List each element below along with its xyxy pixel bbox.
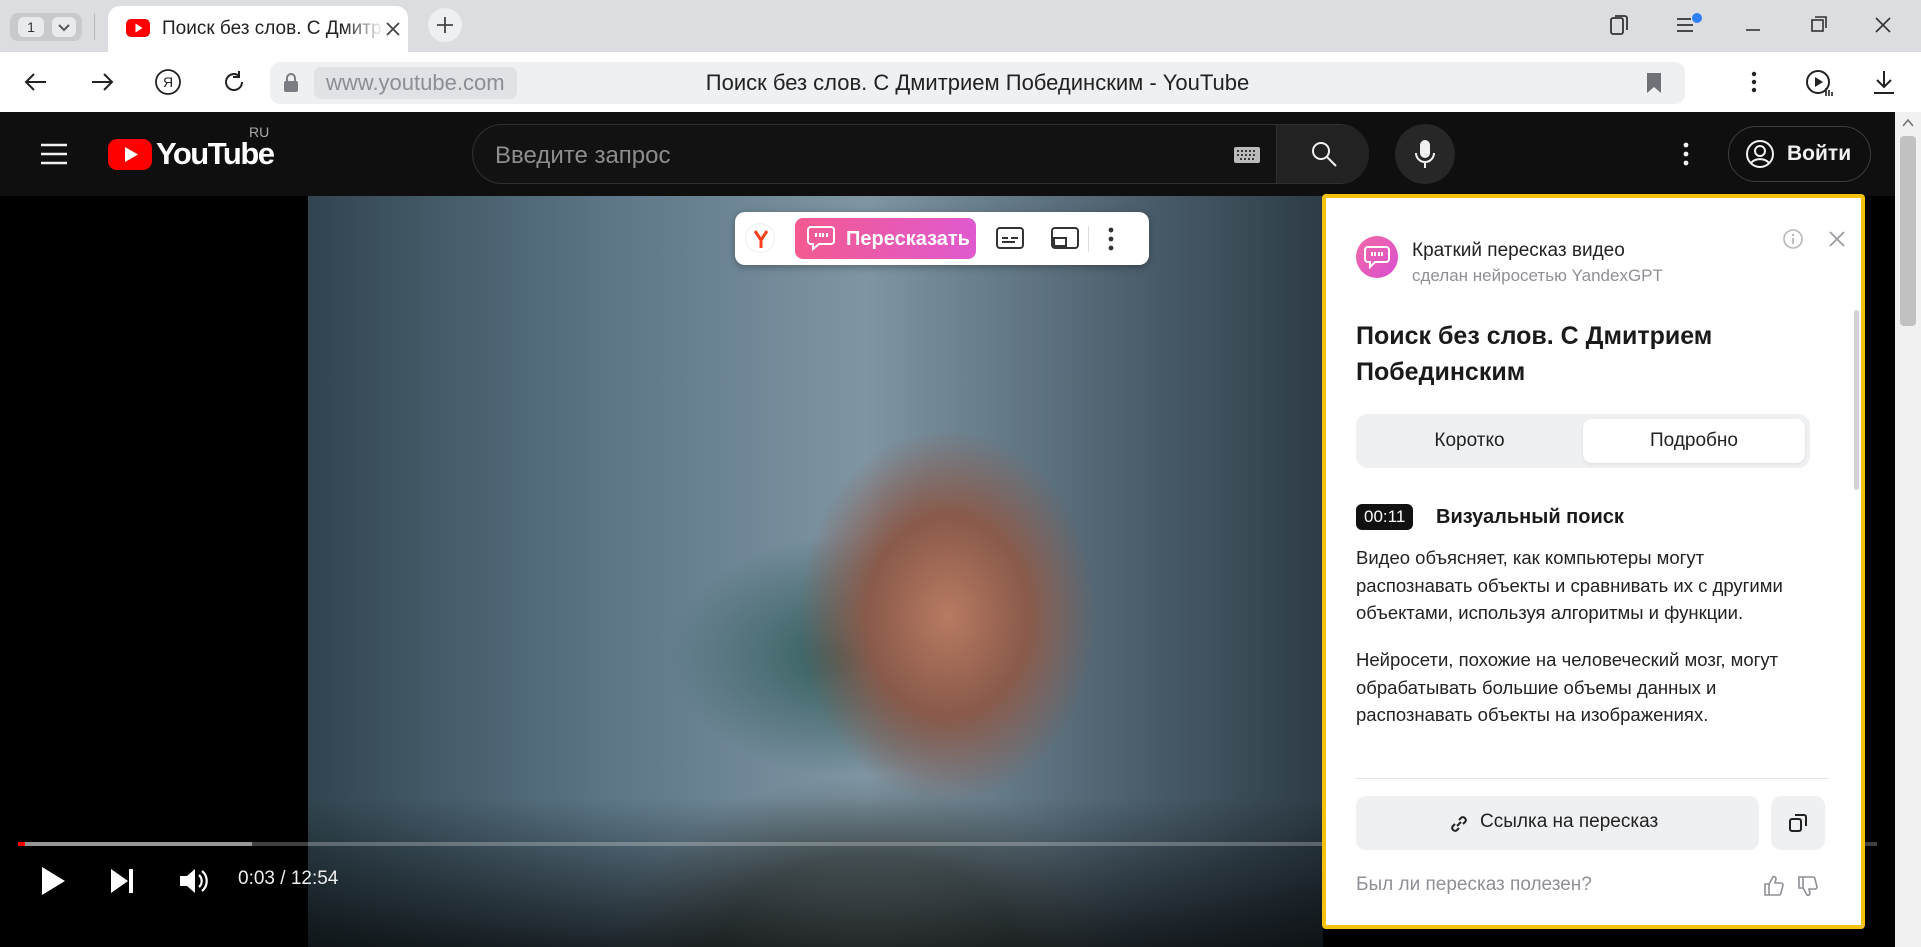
address-page-title[interactable]: Поиск без слов. С Дмитрием Побединским -… [270, 70, 1685, 96]
browser-address-bar: Я www.youtube.com Поиск без слов. С Дмит… [0, 52, 1921, 112]
media-player-icon[interactable] [1804, 68, 1834, 103]
feedback-question: Был ли пересказ полезен? [1356, 874, 1592, 895]
scroll-up-arrow-icon[interactable] [1902, 118, 1914, 128]
restore-icon[interactable] [1806, 12, 1832, 43]
signin-label: Войти [1787, 142, 1852, 165]
panel-divider [1356, 778, 1828, 779]
video-tools-overlay: Пересказать [735, 212, 1149, 265]
link-icon [1451, 816, 1467, 832]
page-scrollbar-thumb[interactable] [1900, 136, 1916, 326]
quote-bubble-icon [807, 226, 835, 251]
signin-button[interactable]: Войти [1728, 126, 1871, 182]
tab-short[interactable]: Коротко [1356, 414, 1583, 468]
new-tab-button[interactable] [428, 8, 462, 42]
youtube-logo-text: YouTube [156, 136, 275, 171]
microphone-icon [1415, 140, 1435, 168]
next-video-icon[interactable] [108, 864, 138, 903]
youtube-search-button[interactable] [1276, 125, 1369, 183]
browser-menu-icon[interactable] [1740, 68, 1768, 101]
more-vertical-icon[interactable] [1101, 225, 1121, 258]
bookmark-icon[interactable] [1645, 72, 1663, 99]
retell-button[interactable]: Пересказать [795, 218, 976, 259]
copy-icon [1789, 814, 1807, 832]
volume-icon[interactable] [178, 864, 210, 903]
panel-scrollbar[interactable] [1854, 310, 1859, 490]
window-close-icon[interactable] [1870, 12, 1896, 43]
collections-icon[interactable] [1606, 12, 1632, 43]
tab-count[interactable]: 1 [18, 17, 44, 37]
tab-detailed[interactable]: Подробно [1583, 419, 1805, 463]
video-summary-panel: Краткий пересказ видео сделан нейросетью… [1322, 194, 1865, 929]
play-icon[interactable] [38, 864, 68, 903]
forward-arrow-icon[interactable] [88, 68, 116, 101]
progress-played [18, 842, 25, 846]
page-scrollbar[interactable] [1895, 112, 1921, 947]
tab-close-icon[interactable] [384, 20, 402, 43]
share-link-button[interactable]: Ссылка на пересказ [1356, 796, 1759, 850]
tab-divider [94, 14, 95, 40]
summary-paragraph: Нейросети, похожие на человеческий мозг,… [1356, 649, 1779, 725]
thumbs-up-icon[interactable] [1762, 874, 1786, 903]
youtube-favicon-icon [126, 19, 150, 42]
subtitles-icon[interactable] [995, 225, 1025, 256]
summary-mode-switch: Коротко Подробно [1356, 414, 1810, 468]
yandex-logo-icon[interactable] [745, 223, 775, 253]
toolbar-separator [1088, 226, 1089, 252]
retell-label: Пересказать [846, 228, 970, 250]
youtube-header: YouTube RU Введите запрос Войти [0, 112, 1895, 196]
voice-search-button[interactable] [1395, 124, 1455, 184]
account-circle-icon [1746, 140, 1774, 168]
share-link-label: Ссылка на пересказ [1480, 811, 1659, 832]
section-heading: Визуальный поиск [1436, 506, 1624, 528]
yandexgpt-avatar-icon [1356, 236, 1398, 278]
timestamp-badge[interactable]: 00:11 [1356, 504, 1414, 530]
summary-header-subtitle: сделан нейросетью YandexGPT [1412, 266, 1663, 285]
thumbs-down-icon[interactable] [1796, 874, 1820, 903]
reload-icon[interactable] [220, 68, 248, 101]
search-icon [1312, 142, 1337, 167]
progress-buffered [18, 842, 252, 846]
youtube-region: RU [249, 124, 270, 140]
keyboard-icon[interactable] [1233, 146, 1261, 169]
youtube-search-input[interactable]: Введите запрос [495, 142, 671, 170]
tab-group-switcher[interactable]: 1 [10, 13, 82, 41]
picture-in-picture-icon[interactable] [1050, 225, 1080, 256]
browser-tab-strip: 1 Поиск без слов. С Дмитрием Побединским [0, 0, 1921, 52]
copy-button[interactable] [1771, 796, 1825, 850]
yandex-home-icon[interactable]: Я [154, 68, 182, 101]
summary-video-title: Поиск без слов. С Дмитрием Побединским [1356, 322, 1713, 386]
browser-tab-active[interactable]: Поиск без слов. С Дмитрием Побединским [108, 6, 408, 52]
youtube-logo-icon [108, 139, 152, 170]
chevron-down-icon[interactable] [52, 17, 76, 37]
back-arrow-icon[interactable] [22, 68, 50, 101]
more-options-icon[interactable] [1672, 140, 1700, 173]
hamburger-menu-icon[interactable] [40, 142, 68, 171]
summary-paragraph: Видео объясняет, как компьютеры могут ра… [1356, 547, 1783, 623]
minimize-icon[interactable] [1740, 12, 1766, 43]
download-icon[interactable] [1870, 68, 1898, 101]
youtube-search-box[interactable]: Введите запрос [472, 124, 1369, 184]
svg-text:Я: Я [163, 74, 173, 90]
omnibox[interactable]: www.youtube.com Поиск без слов. С Дмитри… [270, 62, 1685, 104]
info-icon[interactable] [1782, 228, 1804, 255]
tab-title: Поиск без слов. С Дмитрием Побединским [162, 18, 384, 40]
summary-header-title: Краткий пересказ видео [1412, 240, 1625, 261]
time-display: 0:03 / 12:54 [238, 868, 339, 889]
close-panel-icon[interactable] [1826, 228, 1848, 255]
tab-list-icon[interactable] [1674, 12, 1704, 43]
